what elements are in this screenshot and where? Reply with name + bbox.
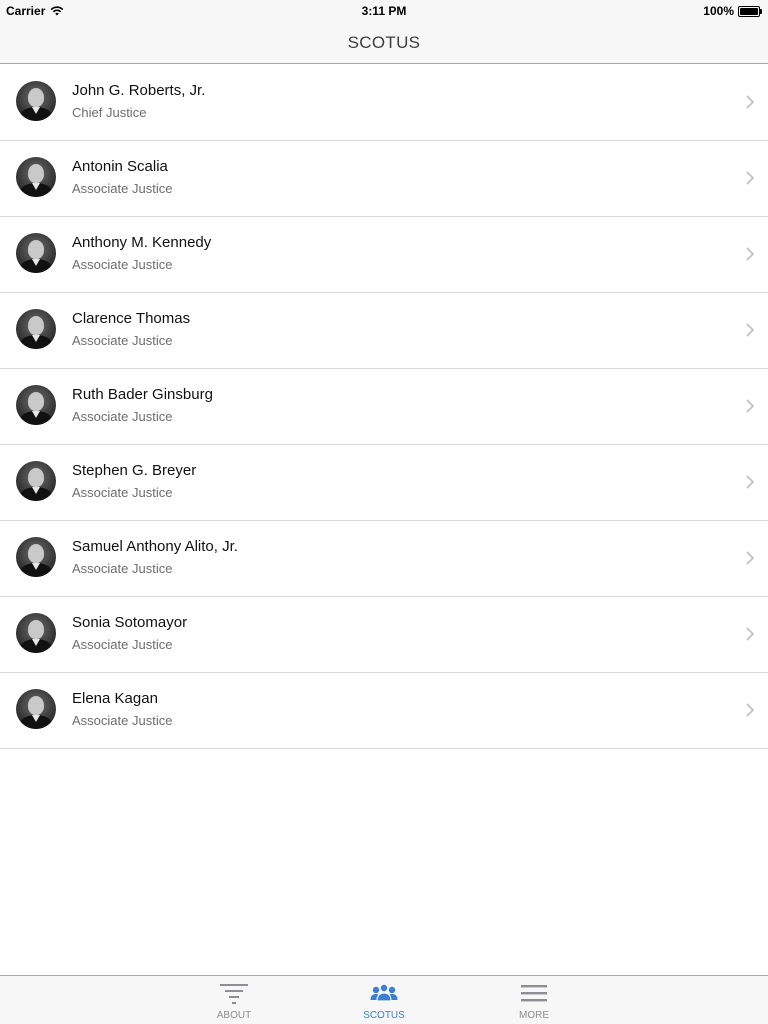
filter-lines-icon [220,984,248,1004]
justice-row-kennedy[interactable]: Anthony M. Kennedy Associate Justice [0,217,768,293]
chevron-right-icon [746,247,754,261]
chevron-right-icon [746,475,754,489]
tab-scotus[interactable]: SCOTUS [329,976,439,1024]
chevron-right-icon [746,703,754,717]
justice-name: Clarence Thomas [72,310,191,327]
justice-avatar [16,537,56,577]
justice-title: Associate Justice [72,181,173,196]
tab-more[interactable]: MORE [479,976,589,1024]
tab-about[interactable]: ABOUT [179,976,289,1024]
justice-avatar [16,385,56,425]
justice-avatar [16,157,56,197]
justice-row-kagan[interactable]: Elena Kagan Associate Justice [0,673,768,749]
chevron-right-icon [746,95,754,109]
chevron-right-icon [746,627,754,641]
justice-title: Associate Justice [72,561,173,576]
justice-name: Ruth Bader Ginsburg [72,386,213,403]
justice-name: John G. Roberts, Jr. [72,82,206,99]
status-battery: 100% [703,4,762,18]
chevron-right-icon [746,399,754,413]
battery-icon [738,5,762,17]
justice-avatar [16,233,56,273]
justice-row-roberts[interactable]: John G. Roberts, Jr. Chief Justice [0,65,768,141]
justice-name: Samuel Anthony Alito, Jr. [72,538,238,555]
app-screen: Carrier 3:11 PM 100% SCOTUS John G. Robe… [0,0,768,1024]
justice-name: Elena Kagan [72,690,158,707]
battery-percent: 100% [703,4,734,18]
justice-row-thomas[interactable]: Clarence Thomas Associate Justice [0,293,768,369]
justice-row-breyer[interactable]: Stephen G. Breyer Associate Justice [0,445,768,521]
menu-lines-icon [521,985,547,1002]
chevron-right-icon [746,323,754,337]
status-bar: Carrier 3:11 PM 100% [0,0,768,20]
justice-avatar [16,689,56,729]
chevron-right-icon [746,171,754,185]
tab-label: SCOTUS [363,1010,405,1021]
justice-title: Associate Justice [72,333,173,348]
justice-name: Stephen G. Breyer [72,462,197,479]
justice-title: Chief Justice [72,105,147,120]
justice-row-alito[interactable]: Samuel Anthony Alito, Jr. Associate Just… [0,521,768,597]
justice-title: Associate Justice [72,713,173,728]
tab-bar: ABOUT SCOTUS MORE [0,975,768,1024]
justice-avatar [16,613,56,653]
justice-row-scalia[interactable]: Antonin Scalia Associate Justice [0,141,768,217]
justice-title: Associate Justice [72,637,173,652]
navigation-bar: SCOTUS [0,20,768,64]
justice-name: Sonia Sotomayor [72,614,188,631]
tab-label: MORE [519,1010,549,1021]
justice-avatar [16,81,56,121]
tab-label: ABOUT [216,1010,252,1021]
justice-title: Associate Justice [72,485,173,500]
status-time: 3:11 PM [361,4,407,18]
page-title: SCOTUS [347,33,421,52]
justice-row-sotomayor[interactable]: Sonia Sotomayor Associate Justice [0,597,768,673]
justice-avatar [16,309,56,349]
chevron-right-icon [746,551,754,565]
justice-name: Antonin Scalia [72,158,168,175]
justice-title: Associate Justice [72,257,173,272]
people-group-icon [370,983,398,1002]
justice-list: John G. Roberts, Jr. Chief Justice Anton… [0,65,768,749]
justice-avatar [16,461,56,501]
justice-name: Anthony M. Kennedy [72,234,212,251]
justice-row-ginsburg[interactable]: Ruth Bader Ginsburg Associate Justice [0,369,768,445]
justice-title: Associate Justice [72,409,173,424]
